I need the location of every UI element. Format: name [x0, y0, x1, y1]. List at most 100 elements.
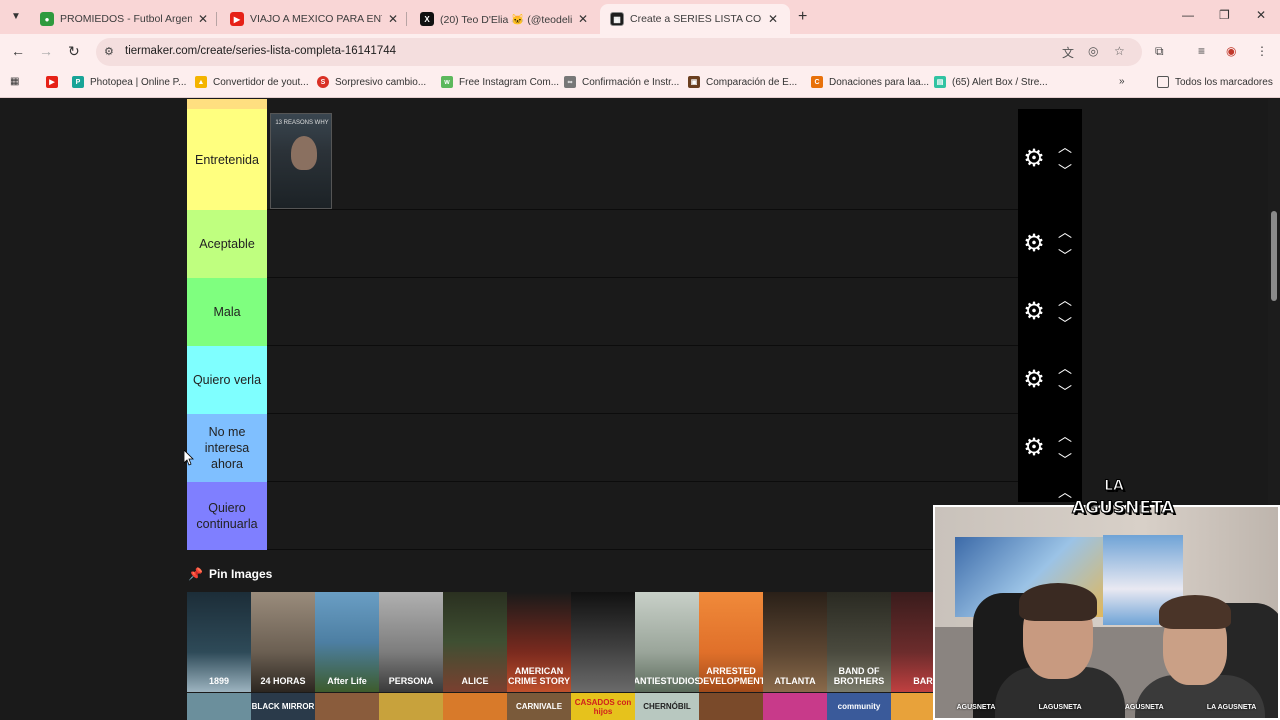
chevron-down-icon[interactable]: ﹀: [1056, 385, 1074, 399]
eye-off-icon[interactable]: ◎: [1088, 44, 1098, 58]
x-handle: LAGUSNETA: [1038, 704, 1082, 711]
tier-dropzone[interactable]: 13 REASONS WHY: [267, 109, 1018, 210]
forward-arrow-icon[interactable]: →: [39, 43, 53, 59]
tier-controls: ⚙ ︿ ﹀: [1018, 346, 1082, 414]
bookmark-instagram[interactable]: w Free Instagram Com...: [441, 76, 559, 88]
tab-youtube[interactable]: ▶ VIAJO A MEXICO PARA ENTRE ✕: [220, 4, 408, 34]
gallery-poster[interactable]: CASADOS con hijos: [571, 693, 635, 720]
pin-images-title: Pin Images: [208, 567, 273, 581]
bookmark-confirmacion[interactable]: ∞ Confirmación e Instr...: [564, 76, 679, 88]
gallery-poster[interactable]: [443, 693, 507, 720]
scrollbar-thumb[interactable]: [1271, 211, 1277, 301]
close-icon[interactable]: ✕: [388, 12, 398, 26]
chevron-down-icon[interactable]: ﹀: [1056, 164, 1074, 178]
all-bookmarks-folder[interactable]: Todos los marcadores: [1157, 76, 1273, 88]
gallery-poster[interactable]: BAR: [891, 592, 933, 692]
minimize-icon[interactable]: —: [1182, 8, 1194, 22]
bookmark-alertbox[interactable]: ▤ (65) Alert Box / Stre...: [934, 76, 1048, 88]
chevron-up-icon[interactable]: ︿: [1056, 225, 1074, 239]
bookmark-donaciones[interactable]: C Donaciones para laa...: [811, 76, 929, 88]
gallery-poster[interactable]: PERSONA: [379, 592, 443, 692]
gallery-poster[interactable]: [379, 693, 443, 720]
gallery-poster[interactable]: AMERICAN CRIME STORY: [507, 592, 571, 692]
url-text[interactable]: tiermaker.com/create/series-lista-comple…: [125, 45, 396, 57]
tier-label[interactable]: Aceptable: [187, 210, 267, 278]
chevron-up-icon[interactable]: ︿: [1056, 361, 1074, 375]
tier-label[interactable]: Mala: [187, 278, 267, 346]
gallery-poster[interactable]: 1899: [187, 592, 251, 692]
tier-label[interactable]: No me interesa ahora: [187, 414, 267, 482]
gallery-poster[interactable]: [315, 693, 379, 720]
gallery-poster[interactable]: ARRESTED DEVELOPMENT: [699, 592, 763, 692]
close-icon[interactable]: ✕: [198, 12, 208, 26]
back-arrow-icon[interactable]: ←: [11, 43, 25, 59]
chevron-up-icon[interactable]: ︿: [1056, 140, 1074, 154]
tier-dropzone[interactable]: [267, 210, 1018, 278]
translate-icon[interactable]: 文: [1062, 44, 1074, 61]
reload-icon[interactable]: ↻: [68, 43, 80, 60]
bookmark-converter[interactable]: ▲ Convertidor de yout...: [195, 76, 309, 88]
tier-dropzone[interactable]: [267, 414, 1018, 482]
tier-label[interactable]: Entretenida: [187, 109, 267, 210]
menu-kebab-icon[interactable]: ⋮: [1256, 44, 1268, 58]
bookmark-youtube[interactable]: ▶: [46, 76, 64, 88]
tier-dropzone[interactable]: [267, 482, 1018, 550]
chevron-up-icon[interactable]: ︿: [1056, 293, 1074, 307]
new-tab-plus-icon[interactable]: +: [798, 8, 807, 26]
site-info-icon[interactable]: ⚙: [104, 45, 114, 58]
gallery-poster[interactable]: [891, 693, 933, 720]
gallery-poster[interactable]: 24 HORAS: [251, 592, 315, 692]
bookmark-photopea[interactable]: P Photopea | Online P...: [72, 76, 186, 88]
bookmark-label: Confirmación e Instr...: [582, 76, 680, 88]
gallery-poster[interactable]: [763, 693, 827, 720]
close-icon[interactable]: ✕: [768, 12, 778, 26]
gallery-poster[interactable]: BLACK MIRROR: [251, 693, 315, 720]
news-icon: S: [317, 76, 329, 88]
bookmark-comparacion[interactable]: ▣ Comparación de E...: [688, 76, 797, 88]
chevron-up-icon[interactable]: ︿: [1056, 429, 1074, 443]
apps-grid-icon[interactable]: ▦: [10, 76, 19, 87]
tier-item-poster[interactable]: 13 REASONS WHY: [270, 113, 332, 209]
more-bookmarks-chevron-icon[interactable]: »: [1119, 76, 1125, 87]
tab-title: VIAJO A MEXICO PARA ENTRE: [250, 13, 382, 25]
tab-search-chevron-icon[interactable]: ▼: [6, 7, 26, 27]
tier-label[interactable]: Quiero continuarla: [187, 482, 267, 550]
tier-dropzone[interactable]: [267, 346, 1018, 414]
gallery-poster[interactable]: CARNIVALE: [507, 693, 571, 720]
tab-x[interactable]: X (20) Teo D'Elia 🐱 (@teodelia) ✕: [410, 4, 598, 34]
extensions-icon[interactable]: ⧉: [1155, 44, 1164, 59]
tier-label[interactable]: Quiero verla: [187, 346, 267, 414]
gallery-poster[interactable]: ATLANTA: [763, 592, 827, 692]
gear-icon[interactable]: ⚙: [1022, 300, 1046, 324]
gallery-poster[interactable]: ALICE: [443, 592, 507, 692]
profile-avatar-icon[interactable]: ◉: [1226, 44, 1236, 58]
bookmark-label: Sorpresivo cambio...: [335, 76, 427, 88]
gallery-poster[interactable]: [571, 592, 635, 692]
bookmark-sorpresivo[interactable]: S Sorpresivo cambio...: [317, 76, 426, 88]
media-control-icon[interactable]: ≡: [1198, 44, 1205, 58]
tier-controls: ⚙ ︿ ﹀: [1018, 109, 1082, 210]
restore-icon[interactable]: ❐: [1219, 8, 1230, 22]
chevron-down-icon[interactable]: ﹀: [1056, 453, 1074, 467]
bookmark-star-icon[interactable]: ☆: [1114, 44, 1125, 58]
gear-icon[interactable]: ⚙: [1022, 232, 1046, 256]
tab-tiermaker[interactable]: ▦ Create a SERIES LISTA COMPLETA ✕: [600, 4, 790, 34]
gallery-poster[interactable]: community: [827, 693, 891, 720]
gallery-poster[interactable]: [699, 693, 763, 720]
address-bar[interactable]: ⚙ tiermaker.com/create/series-lista-comp…: [96, 38, 1142, 66]
gear-icon[interactable]: ⚙: [1022, 368, 1046, 392]
gallery-poster[interactable]: CHERNÓBIL: [635, 693, 699, 720]
gear-icon[interactable]: ⚙: [1022, 147, 1046, 171]
gear-icon[interactable]: ⚙: [1022, 436, 1046, 460]
close-icon[interactable]: ✕: [578, 12, 588, 26]
gallery-poster[interactable]: [187, 693, 251, 720]
tab-promiedos[interactable]: ● PROMIEDOS - Futbol Argentino ✕: [30, 4, 218, 34]
chevron-down-icon[interactable]: ﹀: [1056, 317, 1074, 331]
chevron-down-icon[interactable]: ﹀: [1056, 249, 1074, 263]
gallery-poster[interactable]: ANTIESTUDIOS: [635, 592, 699, 692]
gallery-poster[interactable]: After Life: [315, 592, 379, 692]
previous-tier-edge: [187, 99, 267, 109]
gallery-poster[interactable]: BAND OF BROTHERS: [827, 592, 891, 692]
window-close-icon[interactable]: ✕: [1256, 8, 1266, 22]
tier-dropzone[interactable]: [267, 278, 1018, 346]
